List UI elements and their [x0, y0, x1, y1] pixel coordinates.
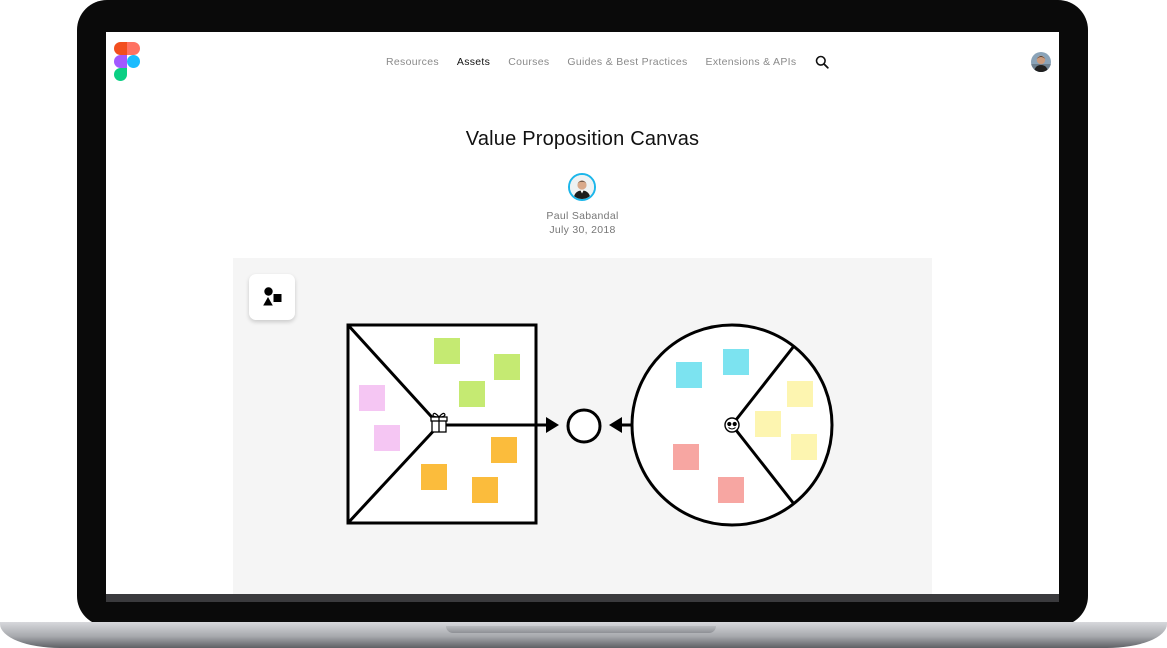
- fit-circle: [566, 408, 602, 444]
- laptop-notch: [446, 626, 716, 633]
- sticky-note: [723, 349, 749, 375]
- gift-icon: [430, 412, 448, 433]
- nav-resources[interactable]: Resources: [386, 56, 439, 68]
- nav-assets[interactable]: Assets: [457, 56, 490, 68]
- shapes-icon: [263, 287, 282, 306]
- user-avatar[interactable]: [1031, 52, 1051, 72]
- sticky-note: [787, 381, 813, 407]
- smiley-icon: [724, 417, 740, 433]
- sticky-note: [459, 381, 485, 407]
- nav-guides[interactable]: Guides & Best Practices: [567, 56, 687, 68]
- figma-logo[interactable]: [114, 42, 140, 81]
- top-nav: Resources Assets Courses Guides & Best P…: [386, 55, 830, 69]
- sticky-note: [374, 425, 400, 451]
- arrow-right: [546, 417, 559, 433]
- author-name[interactable]: Paul Sabandal: [106, 210, 1059, 222]
- sticky-note: [718, 477, 744, 503]
- arrow-left: [609, 417, 622, 433]
- sticky-note: [421, 464, 447, 490]
- sticky-note: [494, 354, 520, 380]
- page-title: Value Proposition Canvas: [465, 128, 700, 150]
- shapes-badge[interactable]: [249, 274, 295, 320]
- browser-screen: Resources Assets Courses Guides & Best P…: [106, 32, 1059, 594]
- value-proposition-diagram: [346, 323, 834, 527]
- post-date: July 30, 2018: [549, 224, 616, 236]
- sticky-note: [791, 434, 817, 460]
- sticky-note: [755, 411, 781, 437]
- file-preview[interactable]: [233, 258, 932, 594]
- sticky-note: [673, 444, 699, 470]
- screen-bottom-bar: [106, 594, 1059, 602]
- nav-extensions[interactable]: Extensions & APIs: [706, 56, 797, 68]
- author-avatar[interactable]: [568, 173, 596, 201]
- sticky-note: [359, 385, 385, 411]
- sticky-note: [472, 477, 498, 503]
- sticky-note: [676, 362, 702, 388]
- search-icon[interactable]: [815, 55, 830, 69]
- sticky-note: [491, 437, 517, 463]
- sticky-note: [434, 338, 460, 364]
- nav-courses[interactable]: Courses: [508, 56, 549, 68]
